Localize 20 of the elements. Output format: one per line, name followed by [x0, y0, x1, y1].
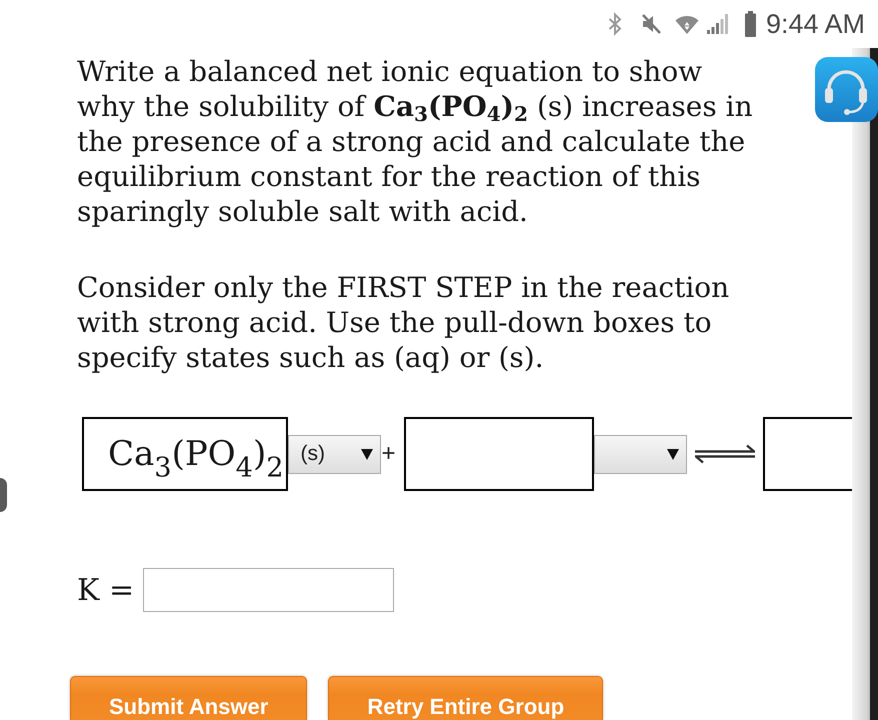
- question-text: Consider only the FIRST STEP in the reaction with strong acid. Use the pull-down boxes to specify states such as (aq) or (s).: [77, 270, 730, 375]
- edge-tab-icon[interactable]: [0, 478, 7, 512]
- answer-box[interactable]: [404, 417, 594, 491]
- battery-icon: [744, 11, 756, 37]
- muted-speaker-icon: [640, 13, 662, 35]
- status-time: 9:44 AM: [766, 9, 865, 39]
- k-input-field[interactable]: [143, 568, 394, 612]
- signal-bars-icon: [706, 14, 729, 34]
- bluetooth-icon: [608, 12, 622, 36]
- headset-icon[interactable]: [815, 57, 878, 122]
- scrollbar[interactable]: [852, 48, 878, 720]
- k-label: K =: [77, 572, 134, 608]
- answer-box[interactable]: Ca$_{3}$(PO$_{4}$)$_{2}$: [82, 417, 288, 491]
- state-dropdown[interactable]: (s): [288, 434, 381, 474]
- question-text: Write a balanced net ionic equation to show why the solubility of Ca$_{3}$(PO$_{4}$)$_{2}$ (s) increases in the presence of a strong acid and calculate the equilibrium constant for the reaction of this sparingly soluble salt with acid.: [77, 54, 754, 229]
- wifi-icon: [674, 14, 699, 34]
- plus-sign: +: [382, 440, 396, 468]
- caret-icon: [360, 448, 373, 460]
- caret-icon: [666, 448, 679, 460]
- state-dropdown[interactable]: [594, 434, 687, 474]
